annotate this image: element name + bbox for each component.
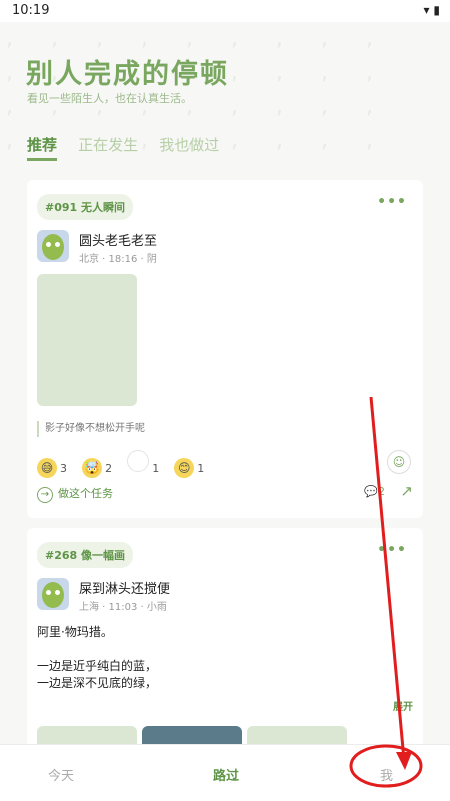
annotation-arrow (369, 396, 406, 761)
annotation-circle (349, 744, 423, 788)
annotation-overlay (349, 396, 423, 788)
annotation-arrowhead (396, 752, 412, 770)
